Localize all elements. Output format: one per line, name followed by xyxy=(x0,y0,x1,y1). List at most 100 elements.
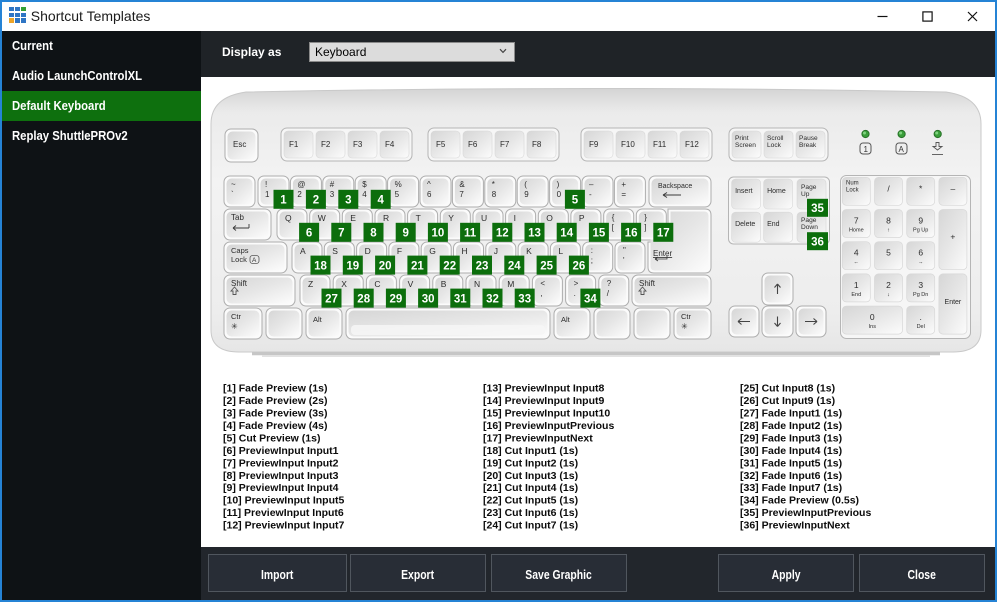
svg-text:[24] Cut Input7 (1s): [24] Cut Input7 (1s) xyxy=(483,520,578,532)
svg-text:`: ` xyxy=(231,190,234,199)
svg-text:Print: Print xyxy=(735,135,749,142)
svg-text:-: - xyxy=(589,190,592,199)
svg-text:1: 1 xyxy=(280,195,287,207)
svg-text:O: O xyxy=(546,213,553,223)
svg-text:G: G xyxy=(429,246,436,256)
svg-text:End: End xyxy=(851,292,861,298)
svg-text:11: 11 xyxy=(464,228,477,240)
svg-text:J: J xyxy=(494,246,498,256)
svg-text:0: 0 xyxy=(870,312,875,322)
svg-text:9: 9 xyxy=(524,190,529,199)
svg-text:F3: F3 xyxy=(353,140,363,149)
svg-text:8: 8 xyxy=(492,190,497,199)
svg-text:R: R xyxy=(383,213,389,223)
svg-text:V: V xyxy=(408,279,414,289)
svg-text:S: S xyxy=(332,246,338,256)
svg-text:←: ← xyxy=(854,260,860,266)
svg-text:[21] Cut Input4 (1s): [21] Cut Input4 (1s) xyxy=(483,482,578,494)
svg-text:F8: F8 xyxy=(532,140,542,149)
svg-text:Pg Up: Pg Up xyxy=(913,228,928,234)
svg-text:34: 34 xyxy=(584,293,597,305)
svg-text:29: 29 xyxy=(390,293,403,305)
svg-text:36: 36 xyxy=(811,236,824,248)
svg-text:Break: Break xyxy=(799,142,817,149)
svg-text:Esc: Esc xyxy=(233,140,246,149)
svg-text:16: 16 xyxy=(625,228,638,240)
svg-text:5: 5 xyxy=(572,195,579,207)
svg-text:Down: Down xyxy=(801,224,818,231)
svg-text:F11: F11 xyxy=(653,140,667,149)
svg-text:24: 24 xyxy=(508,260,521,272)
svg-text:26: 26 xyxy=(573,260,586,272)
svg-text:N: N xyxy=(474,279,480,289)
svg-text:33: 33 xyxy=(518,293,531,305)
svg-text:]: ] xyxy=(644,223,646,232)
svg-text:[17] PreviewInputNext: [17] PreviewInputNext xyxy=(483,432,593,444)
svg-text:21: 21 xyxy=(411,260,424,272)
svg-text:2: 2 xyxy=(297,190,302,199)
svg-text:[4] Fade Preview (4s): [4] Fade Preview (4s) xyxy=(223,420,327,432)
svg-text:A: A xyxy=(899,145,905,154)
svg-text:P: P xyxy=(579,213,585,223)
svg-text:Z: Z xyxy=(308,279,313,289)
svg-text:A: A xyxy=(300,246,306,256)
svg-text:F10: F10 xyxy=(621,140,635,149)
svg-text:3: 3 xyxy=(345,195,351,207)
svg-text:M: M xyxy=(507,279,514,289)
svg-text:6: 6 xyxy=(427,190,432,199)
svg-text:17: 17 xyxy=(657,228,670,240)
svg-text:!: ! xyxy=(265,180,267,189)
svg-text:Enter: Enter xyxy=(945,299,962,306)
svg-text:[20] Cut Input3 (1s): [20] Cut Input3 (1s) xyxy=(483,470,578,482)
svg-text:Caps: Caps xyxy=(231,246,249,255)
svg-text:F: F xyxy=(397,246,402,256)
svg-text:E: E xyxy=(350,213,356,223)
svg-text:23: 23 xyxy=(476,260,489,272)
svg-text:22: 22 xyxy=(443,260,456,272)
svg-text:12: 12 xyxy=(496,228,509,240)
svg-text:9: 9 xyxy=(402,228,408,240)
svg-text:D: D xyxy=(365,246,371,256)
svg-text:[1] Fade Preview (1s): [1] Fade Preview (1s) xyxy=(223,383,327,395)
svg-text:Scroll: Scroll xyxy=(767,135,784,142)
svg-text:F12: F12 xyxy=(685,140,699,149)
svg-text:}: } xyxy=(644,213,647,222)
svg-text:1: 1 xyxy=(854,280,859,290)
svg-text:[36] PreviewInputNext: [36] PreviewInputNext xyxy=(740,520,850,532)
svg-text:W: W xyxy=(318,213,326,223)
svg-text:6: 6 xyxy=(306,228,312,240)
svg-text:H: H xyxy=(462,246,468,256)
svg-text:↑: ↑ xyxy=(887,228,890,234)
svg-text:Ctr: Ctr xyxy=(681,312,692,321)
svg-text:Lock: Lock xyxy=(846,188,860,194)
svg-text:8: 8 xyxy=(370,228,377,240)
svg-text:✳: ✳ xyxy=(681,322,688,331)
svg-text:Enter: Enter xyxy=(653,249,672,258)
svg-text:*: * xyxy=(492,180,495,189)
svg-text:.: . xyxy=(920,312,922,322)
svg-text:19: 19 xyxy=(346,260,359,272)
svg-text:[33] Fade Input7 (1s): [33] Fade Input7 (1s) xyxy=(740,482,842,494)
svg-text:Y: Y xyxy=(448,213,454,223)
svg-text:": " xyxy=(623,246,626,255)
svg-text:5: 5 xyxy=(395,190,400,199)
svg-text:[29] Fade Input3 (1s): [29] Fade Input3 (1s) xyxy=(740,432,842,444)
svg-text:Alt: Alt xyxy=(313,315,323,324)
svg-text:[25] Cut Input8 (1s): [25] Cut Input8 (1s) xyxy=(740,383,835,395)
svg-text:3: 3 xyxy=(918,280,923,290)
svg-text:%: % xyxy=(395,180,402,189)
svg-text:Alt: Alt xyxy=(561,315,571,324)
svg-text:20: 20 xyxy=(379,260,392,272)
svg-text:Del: Del xyxy=(917,324,925,330)
svg-text:[18] Cut Input1 (1s): [18] Cut Input1 (1s) xyxy=(483,445,578,457)
svg-text:15: 15 xyxy=(593,228,606,240)
svg-text:5: 5 xyxy=(886,248,891,258)
svg-text:>: > xyxy=(574,279,579,288)
svg-text:[2] Fade Preview (2s): [2] Fade Preview (2s) xyxy=(223,395,327,407)
svg-text:): ) xyxy=(557,180,560,189)
svg-text:Shift: Shift xyxy=(231,279,248,288)
svg-text:I: I xyxy=(514,213,516,223)
svg-text:[22] Cut Input5 (1s): [22] Cut Input5 (1s) xyxy=(483,495,578,507)
svg-text:F2: F2 xyxy=(321,140,331,149)
svg-text:C: C xyxy=(374,279,380,289)
